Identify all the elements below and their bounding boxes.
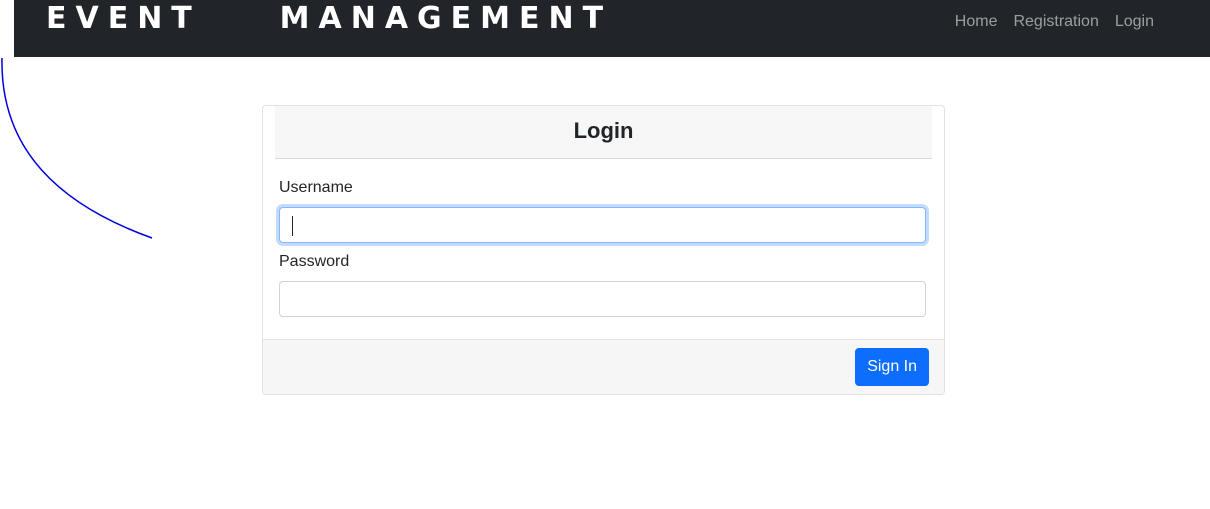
nav-links: Home Registration Login — [955, 11, 1154, 33]
nav-login-link[interactable]: Login — [1115, 11, 1154, 33]
text-caret — [292, 216, 293, 236]
login-card-footer: Sign In — [263, 339, 944, 394]
nav-registration-link[interactable]: Registration — [1013, 11, 1098, 33]
username-label: Username — [279, 179, 353, 196]
password-label: Password — [279, 253, 350, 270]
sign-in-button[interactable]: Sign In — [855, 348, 929, 386]
username-input[interactable] — [279, 207, 926, 243]
brand-title[interactable]: EVENT MANAGEMENT — [46, 0, 612, 38]
top-navbar: EVENT MANAGEMENT Home Registration Login — [14, 0, 1210, 57]
login-card-title: Login — [275, 106, 932, 159]
login-card: Login Username Password Sign In — [262, 105, 945, 395]
password-input[interactable] — [279, 281, 926, 317]
nav-home-link[interactable]: Home — [955, 11, 998, 33]
